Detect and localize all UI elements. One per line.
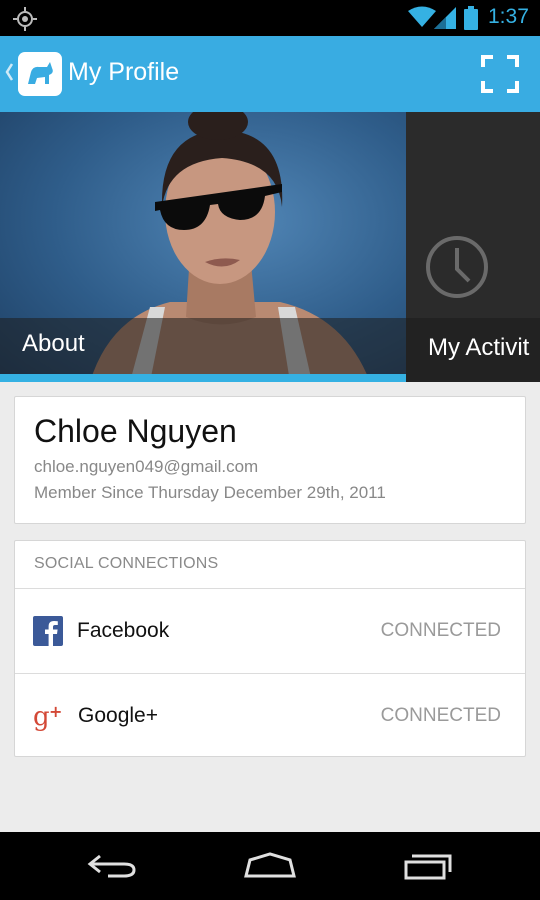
recent-apps-icon[interactable] [400,850,456,882]
facebook-icon [33,616,63,646]
social-name-facebook: Facebook [77,619,170,642]
svg-text:g: g [33,702,50,731]
tab-my-activity-label: My Activit [428,334,530,361]
profile-tabs: About My Activit [0,112,540,382]
home-icon[interactable] [242,850,298,882]
tab-about[interactable]: About [0,112,406,382]
signal-icon [434,7,456,29]
google-plus-icon: g + [33,702,62,731]
tab-about-label: About [22,330,85,357]
social-connections-card: SOCIAL CONNECTIONS Facebook CONNECTED g … [14,540,526,757]
social-row-facebook[interactable]: Facebook CONNECTED [15,589,525,673]
app-logo-icon[interactable] [18,52,62,96]
up-caret-icon[interactable] [4,62,14,82]
tab-my-activity-band: My Activit [406,318,540,382]
status-time: 1:37 [488,5,529,28]
tab-selected-indicator [0,374,406,382]
gps-icon [13,7,37,31]
back-icon[interactable] [86,850,142,882]
tab-about-band: About [0,318,406,374]
social-name-google-plus: Google+ [78,704,158,727]
social-row-google-plus[interactable]: g + Google+ CONNECTED [15,674,525,758]
profile-card: Chloe Nguyen chloe.nguyen049@gmail.com M… [14,396,526,524]
navigation-bar [0,832,540,900]
tab-my-activity[interactable]: My Activit [406,112,540,382]
status-bar: 1:37 [0,0,540,36]
social-status-facebook: CONNECTED [380,620,501,641]
profile-email: chloe.nguyen049@gmail.com [34,457,259,476]
svg-text:+: + [49,702,62,721]
clock-icon [426,236,488,298]
member-since: Member Since Thursday December 29th, 201… [34,483,386,502]
profile-name: Chloe Nguyen [34,413,237,449]
action-bar: My Profile [0,36,540,112]
fullscreen-icon[interactable] [480,54,520,94]
social-status-google-plus: CONNECTED [380,705,501,726]
wifi-icon [408,6,436,27]
social-connections-header: SOCIAL CONNECTIONS [34,555,219,572]
battery-icon [464,6,478,30]
page-title: My Profile [68,58,180,86]
